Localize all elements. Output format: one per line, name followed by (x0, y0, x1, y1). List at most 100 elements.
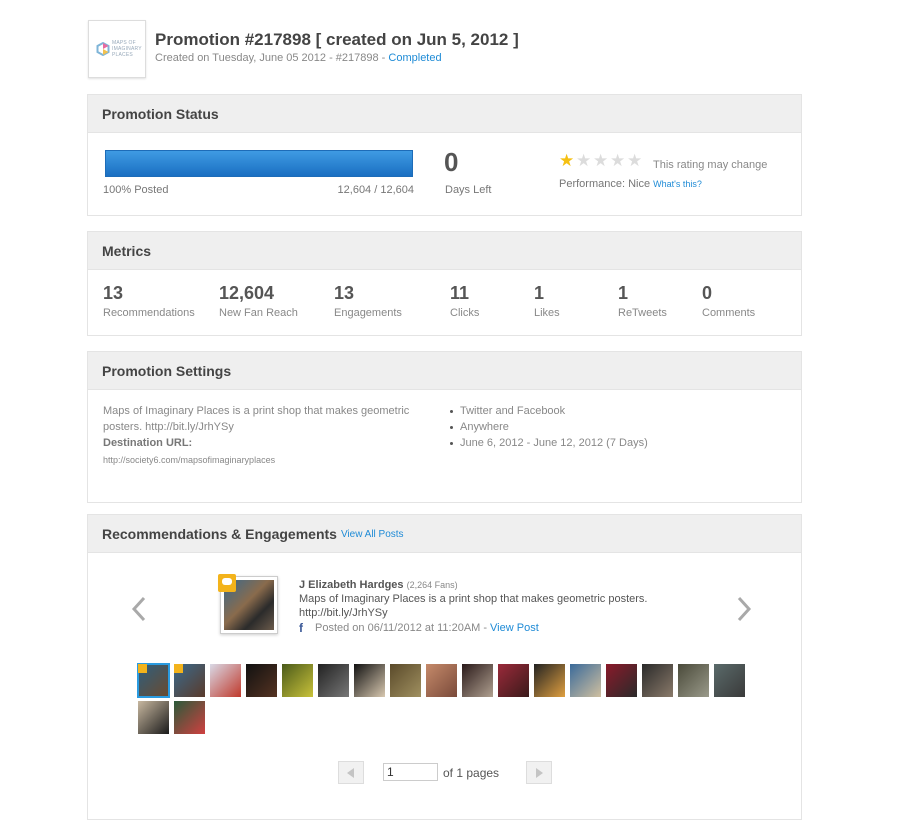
post-text: Maps of Imaginary Places is a print shop… (299, 593, 648, 619)
panel-title: Promotion Settings (102, 362, 232, 379)
metric-value: 1 (534, 283, 545, 303)
view-post-link[interactable]: View Post (490, 622, 539, 634)
posted-time: Posted on 06/11/2012 at 11:20AM - (315, 622, 488, 634)
destination-url: http://society6.com/mapsofimaginaryplace… (103, 455, 276, 465)
chevron-left-icon[interactable] (131, 595, 147, 628)
pagination: of 1 pages (338, 761, 558, 785)
chevron-right-icon[interactable] (736, 595, 752, 628)
view-all-posts-link[interactable]: View All Posts (341, 529, 404, 540)
days-left-value: 0 (444, 147, 459, 177)
panel-header: Recommendations & Engagements View All P… (88, 515, 801, 553)
setting-dates: June 6, 2012 - June 12, 2012 (7 Days) (450, 435, 648, 451)
post-author: J Elizabeth Hardges (2,264 Fans) (299, 579, 458, 591)
promotion-status-panel: Promotion Status 100% Posted 12,604 / 12… (87, 94, 802, 216)
panel-header: Promotion Settings (88, 352, 801, 390)
post-thumbnail[interactable] (138, 701, 169, 734)
metric-value: 11 (450, 283, 470, 303)
logo-text: MAPS OF IMAGINARY PLACES (112, 40, 142, 58)
speech-bubble-icon (138, 664, 147, 673)
post-avatar[interactable] (218, 574, 278, 634)
metric-value: 13 (334, 283, 355, 303)
post-thumbnail[interactable] (174, 701, 205, 734)
post-thumbnail[interactable] (678, 664, 709, 697)
panel-header: Metrics (88, 232, 801, 270)
days-left-label: Days Left (445, 184, 492, 196)
promotion-header: MAPS OF IMAGINARY PLACES Promotion #2178… (88, 20, 808, 80)
post-thumbnail[interactable] (282, 664, 313, 697)
metric-value: 12,604 (219, 283, 275, 303)
star-icon: ★ (576, 151, 592, 170)
post-thumbnail[interactable] (498, 664, 529, 697)
post-thumbnail[interactable] (642, 664, 673, 697)
prev-page-button[interactable] (338, 761, 364, 784)
performance-text: Performance: Nice (559, 178, 651, 190)
panel-title: Metrics (102, 242, 152, 259)
metric-label: ReTweets (618, 307, 667, 319)
whats-this-link[interactable]: What's this? (653, 179, 702, 189)
next-page-button[interactable] (526, 761, 552, 784)
promotion-message: Maps of Imaginary Places is a print shop… (103, 405, 410, 433)
post-thumbnail[interactable] (246, 664, 277, 697)
metrics-panel: Metrics 13 Recommendations 12,604 New Fa… (87, 231, 802, 336)
metric-label: Likes (534, 307, 560, 319)
author-fans: (2,264 Fans) (406, 580, 458, 590)
panel-header: Promotion Status (88, 95, 801, 133)
settings-list: Twitter and Facebook Anywhere June 6, 20… (450, 403, 648, 451)
metric-recommendations: 13 Recommendations (103, 283, 195, 319)
promotion-settings-panel: Promotion Settings Maps of Imaginary Pla… (87, 351, 802, 503)
post-thumbnail[interactable] (426, 664, 457, 697)
posted-count: 12,604 / 12,604 (337, 184, 414, 196)
post-thumbnail[interactable] (714, 664, 745, 697)
post-thumbnail[interactable] (137, 663, 170, 698)
setting-networks: Twitter and Facebook (450, 403, 648, 419)
post-thumbnail[interactable] (534, 664, 565, 697)
star-icon: ★ (610, 151, 626, 170)
triangle-left-icon (347, 767, 354, 778)
post-meta: f Posted on 06/11/2012 at 11:20AM - View… (299, 621, 539, 635)
progress-bar (105, 150, 413, 177)
post-thumbnail[interactable] (174, 664, 205, 697)
panel-title: Recommendations & Engagements (102, 525, 337, 542)
post-thumbnail[interactable] (606, 664, 637, 697)
rating-note: This rating may change (653, 159, 768, 171)
page-title: Promotion #217898 [ created on Jun 5, 20… (155, 30, 519, 49)
page-number-input[interactable] (383, 763, 438, 781)
setting-location: Anywhere (450, 419, 648, 435)
metric-value: 0 (702, 283, 713, 303)
metric-retweets: 1 ReTweets (618, 283, 667, 319)
metric-label: New Fan Reach (219, 307, 298, 319)
author-name: J Elizabeth Hardges (299, 579, 404, 591)
posted-percent: 100% Posted (103, 184, 169, 196)
facebook-icon: f (299, 621, 303, 635)
panel-title: Promotion Status (102, 105, 219, 122)
star-icon: ★ (593, 151, 609, 170)
metric-engagements: 13 Engagements (334, 283, 402, 319)
triangle-right-icon (536, 767, 543, 778)
destination-label: Destination URL: (103, 437, 193, 449)
metric-label: Engagements (334, 307, 402, 319)
post-thumbnail[interactable] (318, 664, 349, 697)
post-thumbnail[interactable] (570, 664, 601, 697)
star-icon: ★ (559, 151, 575, 170)
metric-value: 1 (618, 283, 629, 303)
metric-value: 13 (103, 283, 124, 303)
post-thumbnail[interactable] (354, 664, 385, 697)
metric-clicks: 11 Clicks (450, 283, 479, 319)
performance: Performance: Nice What's this? (559, 178, 702, 190)
metric-comments: 0 Comments (702, 283, 755, 319)
speech-bubble-icon (218, 574, 236, 592)
post-thumbnail[interactable] (462, 664, 493, 697)
subtitle-text: Created on Tuesday, June 05 2012 - #2178… (155, 52, 389, 64)
brand-logo: MAPS OF IMAGINARY PLACES (88, 20, 146, 78)
metric-new-fan-reach: 12,604 New Fan Reach (219, 283, 298, 319)
star-icon: ★ (627, 151, 643, 170)
metric-label: Comments (702, 307, 756, 319)
post-thumbnail[interactable] (210, 664, 241, 697)
page-count-label: of 1 pages (443, 766, 500, 780)
post-thumbnail[interactable] (390, 664, 421, 697)
status-completed-link[interactable]: Completed (388, 52, 441, 64)
recommendations-panel: Recommendations & Engagements View All P… (87, 514, 802, 820)
metric-label: Clicks (450, 307, 480, 319)
metric-label: Recommendations (103, 307, 195, 319)
hexagon-logo-icon (96, 42, 110, 56)
